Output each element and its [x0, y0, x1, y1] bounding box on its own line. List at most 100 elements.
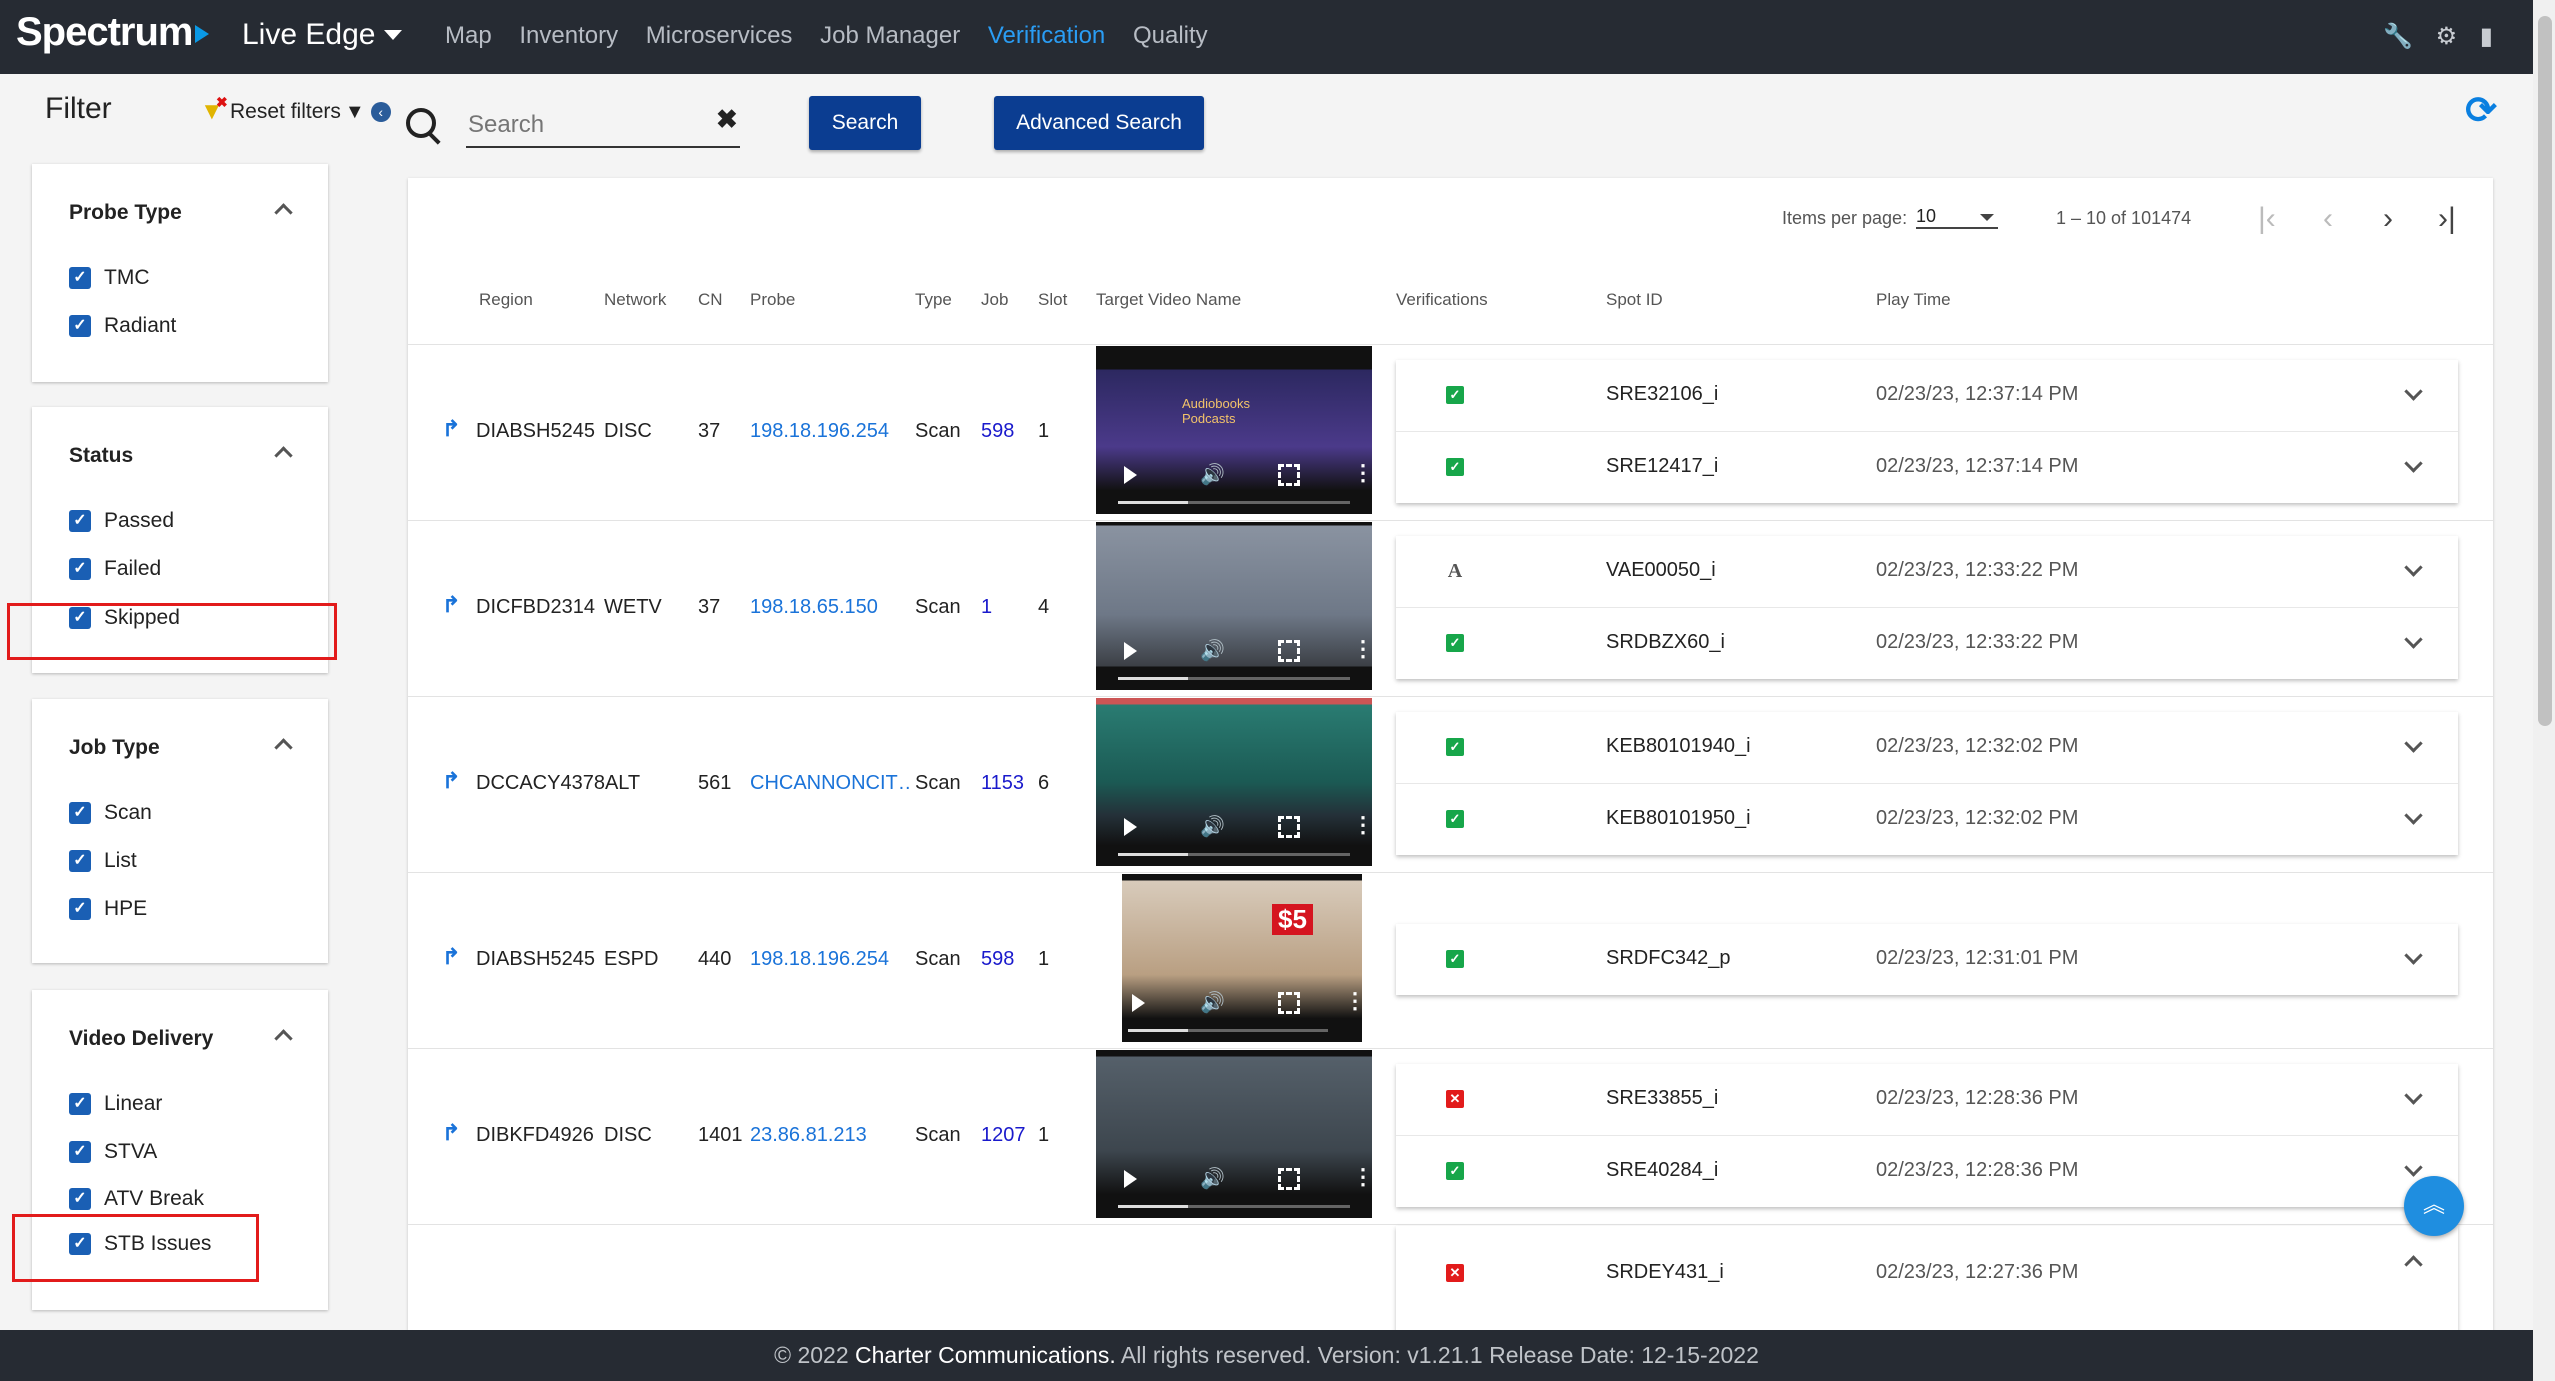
video-player[interactable]: 🔊 ⋮: [1096, 698, 1372, 866]
share-icon[interactable]: ↱: [442, 768, 460, 794]
more-vert-icon[interactable]: ⋮: [1344, 988, 1362, 1014]
column-header-play-time[interactable]: Play Time: [1876, 290, 1951, 310]
checkbox-checked-icon[interactable]: ✓: [69, 898, 91, 921]
video-progress-bar[interactable]: [1118, 1205, 1350, 1208]
cell-job-link[interactable]: 1: [981, 596, 992, 619]
collapse-left-icon[interactable]: ‹: [370, 102, 391, 123]
chevron-down-icon[interactable]: [2404, 382, 2423, 401]
checkbox-checked-icon[interactable]: ✓: [69, 1093, 91, 1116]
play-icon[interactable]: [1124, 642, 1137, 660]
fullscreen-icon[interactable]: [1278, 1168, 1300, 1190]
column-header-spot-id[interactable]: Spot ID: [1606, 290, 1663, 310]
book-icon[interactable]: ▮: [2480, 23, 2493, 50]
last-page-button[interactable]: ›|: [2438, 202, 2456, 236]
checkbox-stva[interactable]: ✓ STVA: [69, 1140, 157, 1164]
page-scrollbar[interactable]: [2533, 0, 2555, 1381]
chevron-up-icon[interactable]: [274, 203, 293, 222]
checkbox-checked-icon[interactable]: ✓: [69, 315, 91, 338]
checkbox-checked-icon[interactable]: ✓: [69, 1188, 91, 1211]
company-link[interactable]: Charter Communications.: [855, 1342, 1116, 1368]
chevron-down-icon[interactable]: [2404, 806, 2423, 825]
checkbox-checked-icon[interactable]: ✓: [69, 802, 91, 825]
checkbox-passed[interactable]: ✓ Passed: [69, 509, 174, 533]
column-header-region[interactable]: Region: [479, 290, 533, 310]
share-icon[interactable]: ↱: [442, 416, 460, 442]
checkbox-linear[interactable]: ✓ Linear: [69, 1092, 162, 1116]
nav-item-microservices[interactable]: Microservices: [646, 22, 793, 49]
advanced-search-button[interactable]: Advanced Search: [994, 96, 1204, 150]
chevron-down-icon[interactable]: [2404, 454, 2423, 473]
checkbox-checked-icon[interactable]: ✓: [69, 1141, 91, 1164]
prev-page-button[interactable]: ‹: [2323, 202, 2333, 236]
chevron-down-icon[interactable]: [2404, 1158, 2423, 1177]
chevron-down-icon[interactable]: [384, 30, 402, 40]
chevron-up-icon[interactable]: [2404, 1255, 2423, 1274]
verification-row[interactable]: ✓ KEB80101950_i 02/23/23, 12:32:02 PM: [1396, 784, 2458, 855]
column-header-type[interactable]: Type: [915, 290, 952, 310]
verification-row[interactable]: A VAE00050_i 02/23/23, 12:33:22 PM: [1396, 536, 2458, 608]
cell-probe-link[interactable]: 23.86.81.213: [750, 1124, 867, 1147]
column-header-cn[interactable]: CN: [698, 290, 723, 310]
column-header-target-video-name[interactable]: Target Video Name: [1096, 290, 1241, 310]
verification-row[interactable]: ✕ SRDEY431_i 02/23/23, 12:27:36 PM: [1396, 1226, 2458, 1306]
checkbox-scan[interactable]: ✓ Scan: [69, 801, 152, 825]
verification-row[interactable]: ✓ SRE40284_i 02/23/23, 12:28:36 PM: [1396, 1136, 2458, 1207]
play-icon[interactable]: [1132, 994, 1145, 1012]
volume-icon[interactable]: 🔊: [1200, 462, 1225, 487]
cell-job-link[interactable]: 598: [981, 420, 1014, 443]
fullscreen-icon[interactable]: [1278, 992, 1300, 1014]
fullscreen-icon[interactable]: [1278, 464, 1300, 486]
video-player[interactable]: 🔊 ⋮: [1096, 1050, 1372, 1218]
checkbox-atv-break[interactable]: ✓ ATV Break: [69, 1187, 204, 1211]
volume-icon[interactable]: 🔊: [1200, 990, 1225, 1015]
volume-icon[interactable]: 🔊: [1200, 638, 1225, 663]
app-title[interactable]: Live Edge: [242, 18, 375, 52]
checkbox-checked-icon[interactable]: ✓: [69, 267, 91, 290]
chevron-down-icon[interactable]: [2404, 734, 2423, 753]
nav-item-inventory[interactable]: Inventory: [519, 22, 618, 49]
verification-row[interactable]: ✓ SRE12417_i 02/23/23, 12:37:14 PM: [1396, 432, 2458, 503]
chevron-up-icon[interactable]: [274, 446, 293, 465]
refresh-icon[interactable]: ⟳: [2465, 88, 2497, 133]
video-player[interactable]: $5 🔊 ⋮: [1122, 874, 1362, 1042]
share-icon[interactable]: ↱: [442, 1120, 460, 1146]
items-per-page-select[interactable]: 10: [1916, 206, 1998, 229]
column-header-network[interactable]: Network: [604, 290, 666, 310]
cell-job-link[interactable]: 598: [981, 948, 1014, 971]
checkbox-list[interactable]: ✓ List: [69, 849, 137, 873]
checkbox-checked-icon[interactable]: ✓: [69, 850, 91, 873]
reset-filters-button[interactable]: ▼ ✖ Reset filters ▼ ‹: [200, 94, 391, 125]
nav-item-verification[interactable]: Verification: [988, 22, 1105, 49]
chevron-up-icon[interactable]: [274, 1029, 293, 1048]
checkbox-checked-icon[interactable]: ✓: [69, 510, 91, 533]
fullscreen-icon[interactable]: [1278, 816, 1300, 838]
volume-icon[interactable]: 🔊: [1200, 1166, 1225, 1191]
search-button[interactable]: Search: [809, 96, 921, 150]
chevron-up-icon[interactable]: [274, 738, 293, 757]
chevron-down-icon[interactable]: [2404, 946, 2423, 965]
fullscreen-icon[interactable]: [1278, 640, 1300, 662]
cell-job-link[interactable]: 1207: [981, 1124, 1026, 1147]
gear-icon[interactable]: ⚙: [2436, 23, 2458, 50]
checkbox-checked-icon[interactable]: ✓: [69, 558, 91, 581]
spectrum-logo[interactable]: Spectrum: [16, 10, 209, 55]
more-vert-icon[interactable]: ⋮: [1352, 460, 1372, 486]
verification-row[interactable]: ✓ SRDBZX60_i 02/23/23, 12:33:22 PM: [1396, 608, 2458, 679]
nav-item-quality[interactable]: Quality: [1133, 22, 1208, 49]
volume-icon[interactable]: 🔊: [1200, 814, 1225, 839]
scroll-to-top-button[interactable]: ︽: [2404, 1176, 2464, 1236]
video-player[interactable]: Audiobooks Podcasts 🔊 ⋮: [1096, 346, 1372, 514]
verification-row[interactable]: ✓ KEB80101940_i 02/23/23, 12:32:02 PM: [1396, 712, 2458, 784]
next-page-button[interactable]: ›: [2383, 202, 2393, 236]
cell-job-link[interactable]: 1153: [981, 772, 1024, 795]
video-player[interactable]: 🔊 ⋮: [1096, 522, 1372, 690]
nav-item-job-manager[interactable]: Job Manager: [820, 22, 960, 49]
column-header-slot[interactable]: Slot: [1038, 290, 1067, 310]
video-progress-bar[interactable]: [1118, 501, 1350, 504]
play-icon[interactable]: [1124, 1170, 1137, 1188]
checkbox-tmc[interactable]: ✓ TMC: [69, 266, 150, 290]
video-progress-bar[interactable]: [1118, 677, 1350, 680]
video-progress-bar[interactable]: [1118, 853, 1350, 856]
funnel-icon[interactable]: ▼: [345, 101, 365, 123]
more-vert-icon[interactable]: ⋮: [1352, 636, 1372, 662]
